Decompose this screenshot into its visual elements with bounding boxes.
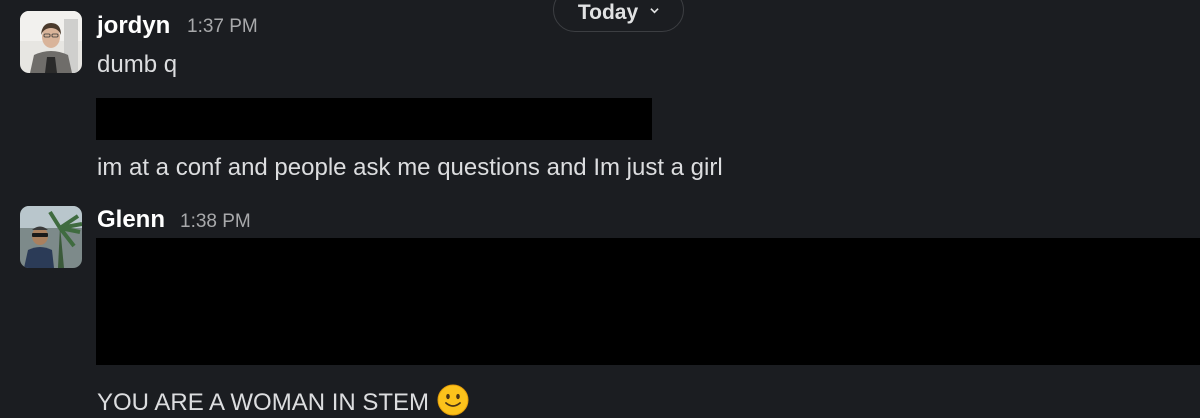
avatar[interactable]: [20, 11, 82, 73]
date-divider-label: Today: [577, 1, 639, 24]
message-text: dumb q: [97, 51, 178, 78]
message-timestamp[interactable]: 1:38 PM: [180, 211, 251, 233]
message-author[interactable]: Glenn: [97, 206, 165, 234]
message-text: YOU ARE A WOMAN IN STEM: [97, 384, 469, 417]
redacted-block: [96, 238, 1200, 365]
message-text-content: YOU ARE A WOMAN IN STEM: [97, 389, 430, 416]
chevron-down-icon: [650, 7, 659, 13]
date-divider-button[interactable]: Today: [553, 0, 684, 32]
avatar-jordyn: [20, 11, 82, 73]
avatar-glenn: [20, 206, 82, 268]
avatar[interactable]: [20, 206, 82, 268]
message-text: im at a conf and people ask me questions…: [97, 154, 723, 181]
message-timestamp[interactable]: 1:37 PM: [187, 16, 258, 38]
slightly-smiling-face-icon[interactable]: [437, 384, 469, 416]
redacted-block: [96, 98, 652, 140]
message-pane: Today jordyn 1:37 PM dumb q im at a conf…: [0, 0, 1200, 418]
message-author[interactable]: jordyn: [97, 12, 170, 40]
